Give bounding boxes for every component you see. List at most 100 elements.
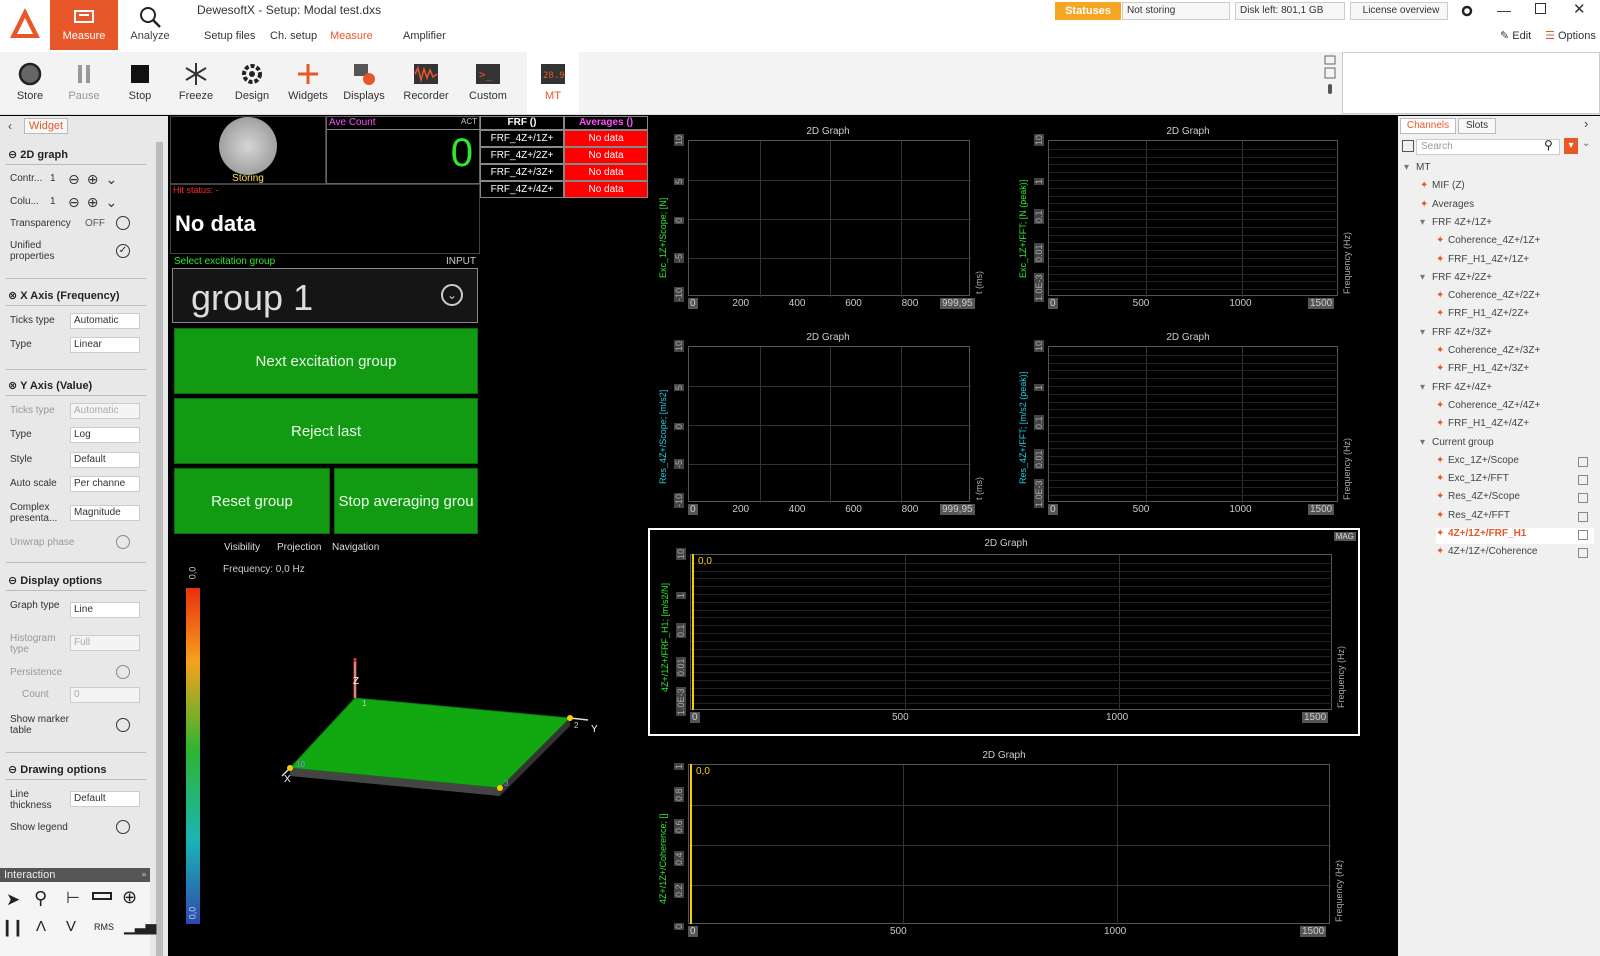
- yaxis-section[interactable]: ⊗ Y Axis (Value): [8, 379, 92, 392]
- tab-navigation[interactable]: Navigation: [332, 542, 379, 553]
- mt-button[interactable]: 28.9 MT: [527, 52, 579, 114]
- tab-channels[interactable]: Channels: [1400, 118, 1456, 134]
- graph-assign-icon[interactable]: [1578, 475, 1588, 486]
- analyze-mode-button[interactable]: Analyze: [116, 0, 184, 50]
- tree-item[interactable]: ▾ MT: [1404, 162, 1594, 178]
- widget-tab[interactable]: Widget: [24, 118, 68, 134]
- options-button[interactable]: ☰ Options: [1545, 29, 1596, 42]
- graph-type-select[interactable]: Line: [70, 602, 140, 618]
- histogram-tool-icon[interactable]: ▁▃▅: [124, 918, 156, 935]
- complex-select[interactable]: Magnitude: [70, 505, 140, 521]
- search-input[interactable]: Search: [1416, 139, 1560, 155]
- displays-button[interactable]: Displays: [338, 52, 390, 114]
- valley-tool-icon[interactable]: V: [66, 918, 76, 935]
- tree-item[interactable]: ✦ Res_4Z+/FFT: [1436, 510, 1594, 526]
- design-button[interactable]: Design: [226, 52, 278, 114]
- measure-mode-button[interactable]: Measure: [50, 0, 118, 50]
- show-marker-checkbox[interactable]: [116, 718, 130, 732]
- crosshair-tool-icon[interactable]: ⊕: [122, 887, 137, 908]
- pointer-tool-icon[interactable]: ➤: [6, 890, 20, 910]
- gear-icon[interactable]: [1460, 4, 1474, 18]
- tree-item[interactable]: ✦ Res_4Z+/Scope: [1436, 491, 1594, 507]
- plot-area[interactable]: [688, 346, 971, 503]
- chevron-right-icon[interactable]: ›: [1584, 116, 1588, 131]
- tree-item[interactable]: ✦ Coherence_4Z+/1Z+: [1436, 235, 1594, 251]
- plot-area[interactable]: [688, 140, 971, 297]
- freeze-button[interactable]: Freeze: [170, 52, 222, 114]
- tree-item[interactable]: ✦ FRF_H1_4Z+/3Z+: [1436, 363, 1594, 379]
- graph-assign-icon[interactable]: [1578, 548, 1588, 559]
- tree-item[interactable]: ✦ 4Z+/1Z+/Coherence: [1436, 546, 1594, 562]
- graph-assign-icon[interactable]: [1578, 530, 1588, 540]
- style-select[interactable]: Default: [70, 452, 140, 468]
- xaxis-section[interactable]: ⊗ X Axis (Frequency): [8, 289, 120, 302]
- display-options-section[interactable]: ⊖ Display options: [8, 574, 102, 587]
- next-excitation-group-button[interactable]: Next excitation group: [174, 328, 478, 394]
- show-legend-checkbox[interactable]: [116, 820, 130, 834]
- chevron-down-icon[interactable]: ⌄: [1582, 138, 1590, 149]
- tree-item[interactable]: ✦ Coherence_4Z+/2Z+: [1436, 290, 1594, 306]
- transparency-value[interactable]: OFF: [85, 218, 105, 229]
- bars-tool-icon[interactable]: ▎▎: [6, 920, 28, 937]
- plot-area[interactable]: [688, 764, 1331, 925]
- store-button[interactable]: Store: [4, 52, 56, 114]
- tree-item[interactable]: ✦ Exc_1Z+/Scope: [1436, 455, 1594, 471]
- minimize-button[interactable]: —: [1497, 2, 1511, 18]
- tree-item[interactable]: ▾ Current group: [1420, 437, 1594, 453]
- pause-button[interactable]: Pause: [58, 52, 110, 114]
- close-button[interactable]: ✕: [1573, 0, 1586, 18]
- rms-tool[interactable]: RMS: [94, 922, 114, 932]
- plot-area[interactable]: [690, 554, 1333, 711]
- line-thickness-select[interactable]: Default: [70, 791, 140, 807]
- plot-area[interactable]: [1048, 140, 1339, 297]
- graph-widget[interactable]: 2D Graph 10 1 0.1 0.01 1.0E-3 4Z+/1Z+/FRF_H1; …: [648, 528, 1360, 736]
- tab-setup-files[interactable]: Setup files: [204, 30, 255, 42]
- collapse-icon[interactable]: ▫: [142, 868, 146, 882]
- graph-assign-icon[interactable]: [1578, 493, 1588, 504]
- x-type-select[interactable]: Linear: [70, 337, 140, 353]
- stop-button[interactable]: Stop: [114, 52, 166, 114]
- tree-item[interactable]: ✦ FRF_H1_4Z+/2Z+: [1436, 308, 1594, 324]
- tab-amplifier[interactable]: Amplifier: [403, 30, 446, 42]
- graph-assign-icon[interactable]: [1578, 456, 1588, 467]
- tree-item[interactable]: ▾ FRF 4Z+/1Z+: [1420, 217, 1594, 233]
- tree-item[interactable]: ✦ Coherence_4Z+/3Z+: [1436, 345, 1594, 361]
- tree-item[interactable]: ✦ FRF_H1_4Z+/4Z+: [1436, 418, 1594, 434]
- drawing-options-section[interactable]: ⊖ Drawing options: [8, 763, 106, 776]
- side-tools[interactable]: [1322, 54, 1338, 106]
- maximize-button[interactable]: [1535, 3, 1546, 14]
- recorder-button[interactable]: Recorder: [400, 52, 452, 114]
- tab-measure[interactable]: Measure: [330, 30, 373, 42]
- interaction-header[interactable]: Interaction ▫: [0, 868, 150, 882]
- tab-ch-setup[interactable]: Ch. setup: [270, 30, 317, 42]
- geometry-3d-view[interactable]: Visibility Projection Navigation Frequen…: [170, 538, 648, 956]
- peak-tool-icon[interactable]: Λ: [36, 918, 46, 935]
- scrollbar[interactable]: [156, 142, 163, 956]
- stop-averaging-button[interactable]: Stop averaging grou: [334, 468, 478, 534]
- cursor-line[interactable]: [692, 554, 694, 710]
- search-icon[interactable]: ⚲: [1544, 138, 1553, 152]
- tab-projection[interactable]: Projection: [277, 542, 321, 553]
- tree-item[interactable]: ▾ FRF 4Z+/4Z+: [1420, 382, 1594, 398]
- zoom-tool-icon[interactable]: ⚲: [34, 888, 47, 909]
- tree-item[interactable]: ✦ Coherence_4Z+/4Z+: [1436, 400, 1594, 416]
- colu-controls[interactable]: ⊖⊕⌄: [68, 194, 124, 211]
- statuses-button[interactable]: Statuses: [1055, 2, 1121, 20]
- cursor-tool-icon[interactable]: ⊢: [66, 888, 80, 908]
- cursor-line[interactable]: [690, 764, 692, 924]
- graph-widget[interactable]: 2D Graph 10 5 0 -5 -10 Exc_1Z+/Scope; [N] t (ms…: [648, 116, 1008, 322]
- transparency-dropdown[interactable]: [116, 216, 130, 230]
- tree-item[interactable]: ✦ Exc_1Z+/FFT: [1436, 473, 1594, 489]
- contr-controls[interactable]: ⊖⊕⌄: [68, 171, 124, 188]
- tree-item[interactable]: ▾ FRF 4Z+/2Z+: [1420, 272, 1594, 288]
- graph-widget[interactable]: 2D Graph 1 0.8 0.6 0.4 0.2 0 4Z+/1Z+/Coherence;…: [648, 740, 1360, 950]
- autoscale-select[interactable]: Per channe: [70, 476, 140, 492]
- y-type-select[interactable]: Log: [70, 427, 140, 443]
- tree-icon[interactable]: [1402, 140, 1414, 152]
- custom-button[interactable]: >_ Custom: [462, 52, 514, 114]
- widgets-button[interactable]: Widgets: [282, 52, 334, 114]
- tree-item[interactable]: ✦ Averages: [1420, 199, 1594, 215]
- reject-last-button[interactable]: Reject last: [174, 398, 478, 464]
- tab-visibility[interactable]: Visibility: [224, 542, 260, 553]
- tree-item[interactable]: ✦ FRF_H1_4Z+/1Z+: [1436, 254, 1594, 270]
